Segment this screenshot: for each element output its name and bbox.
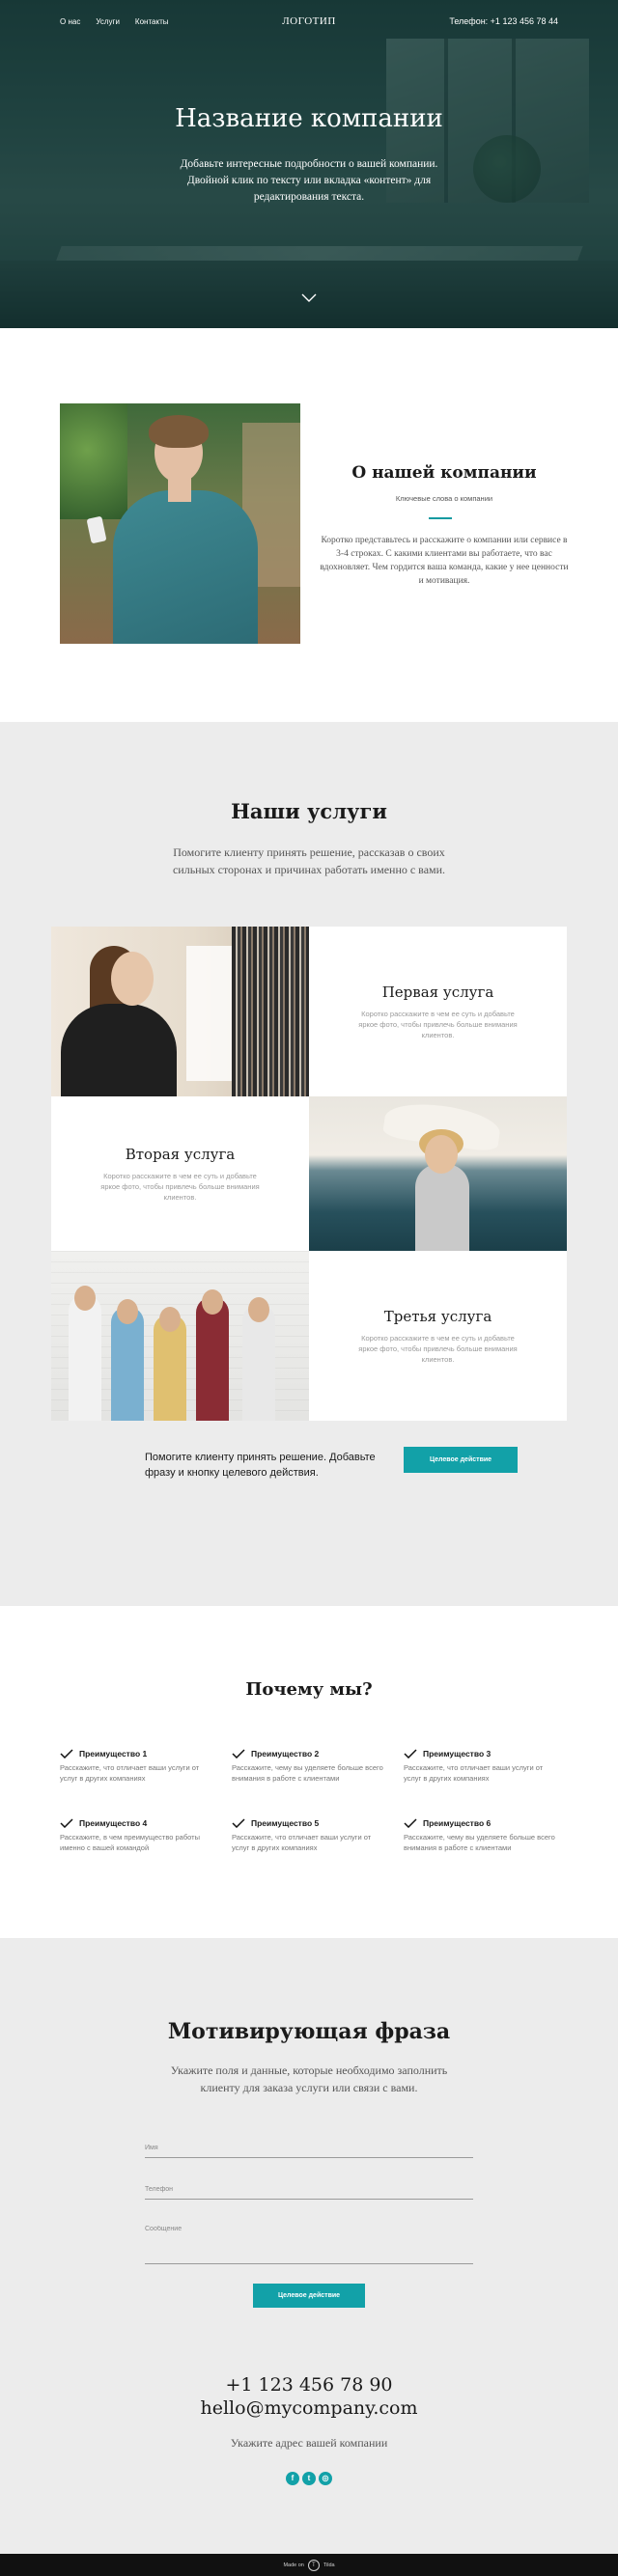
nav-item-about[interactable]: О нас — [60, 17, 80, 26]
check-icon — [404, 1749, 417, 1759]
name-field[interactable] — [145, 2145, 473, 2158]
contact-phone[interactable]: +1 123 456 78 90 — [0, 2374, 618, 2396]
advantage-2-title: Преимущество 2 — [251, 1749, 320, 1759]
service-1-image — [51, 927, 309, 1096]
service-1-title: Первая услуга — [381, 983, 494, 1001]
contact-subtitle: Укажите поля и данные, которые необходим… — [170, 2064, 448, 2094]
check-icon — [60, 1749, 73, 1759]
advantage-1-title: Преимущество 1 — [79, 1749, 148, 1759]
services-subtitle: Помогите клиенту принять решение, расска… — [172, 845, 446, 876]
nav-item-services[interactable]: Услуги — [96, 17, 120, 26]
tilda-logo-icon[interactable]: T — [307, 2559, 320, 2571]
instagram-icon[interactable]: ◎ — [319, 2472, 332, 2485]
top-navigation: О нас Услуги Контакты ЛОГОТИП Телефон: +… — [0, 0, 618, 42]
advantage-3-text: Расскажите, что отличает ваши услуги от … — [404, 1763, 544, 1783]
advantage-6-title: Преимущество 6 — [423, 1818, 492, 1828]
advantage-6: Преимущество 6 Расскажите, чему вы уделя… — [404, 1818, 558, 1853]
advantage-3: Преимущество 3 Расскажите, что отличает … — [404, 1749, 558, 1784]
about-keywords: Ключевые слова о компании — [395, 494, 493, 503]
service-2-card: Вторая услуга Коротко расскажите в чем е… — [51, 1096, 309, 1251]
advantage-5-text: Расскажите, что отличает ваши услуги от … — [232, 1833, 372, 1852]
service-2-image — [309, 1096, 567, 1251]
advantage-5: Преимущество 5 Расскажите, что отличает … — [232, 1818, 386, 1853]
services-grid: Первая услуга Коротко расскажите в чем е… — [51, 927, 567, 1421]
about-section: О нашей компании Ключевые слова о компан… — [0, 328, 618, 722]
contact-section: Мотивирующая фраза Укажите поля и данные… — [0, 1938, 618, 2554]
service-1-description: Коротко расскажите в чем ее суть и добав… — [358, 1009, 518, 1039]
check-icon — [60, 1818, 73, 1828]
check-icon — [232, 1818, 245, 1828]
why-section: Почему мы? Преимущество 1 Расскажите, чт… — [0, 1606, 618, 1938]
about-title: О нашей компании — [351, 463, 537, 483]
about-divider — [429, 517, 452, 519]
advantage-1: Преимущество 1 Расскажите, что отличает … — [60, 1749, 214, 1784]
services-cta: Помогите клиенту принять решение. Добавь… — [145, 1447, 518, 1481]
advantage-5-title: Преимущество 5 — [251, 1818, 320, 1828]
message-field[interactable] — [145, 2226, 473, 2264]
advantage-2-text: Расскажите, чему вы уделяете больше всег… — [232, 1763, 383, 1783]
chevron-down-icon[interactable] — [301, 291, 317, 303]
facebook-icon[interactable]: f — [286, 2472, 299, 2485]
made-on-label: Made on — [283, 2562, 304, 2568]
advantage-4-title: Преимущество 4 — [79, 1818, 148, 1828]
nav-menu: О нас Услуги Контакты — [60, 17, 168, 26]
check-icon — [404, 1818, 417, 1828]
advantage-6-text: Расскажите, чему вы уделяете больше всег… — [404, 1833, 555, 1852]
contact-title: Мотивирующая фраза — [167, 2019, 451, 2044]
nav-item-contacts[interactable]: Контакты — [135, 17, 169, 26]
about-text: Коротко представьтесь и расскажите о ком… — [320, 536, 569, 586]
service-3-card: Третья услуга Коротко расскажите в чем е… — [309, 1251, 567, 1421]
cta-button[interactable]: Целевое действие — [404, 1447, 518, 1473]
hero-subtitle: Добавьте интересные подробности о вашей … — [180, 158, 438, 203]
advantage-3-title: Преимущество 3 — [423, 1749, 492, 1759]
footer: Made on T Tilda — [0, 2554, 618, 2576]
hero-title: Название компании — [175, 104, 443, 133]
hero-section: О нас Услуги Контакты ЛОГОТИП Телефон: +… — [0, 0, 618, 328]
submit-button[interactable]: Целевое действие — [253, 2284, 365, 2308]
advantage-4-text: Расскажите, в чем преимущество работы им… — [60, 1833, 200, 1852]
service-3-description: Коротко расскажите в чем ее суть и добав… — [358, 1333, 518, 1364]
service-3-image — [51, 1251, 309, 1421]
advantage-1-text: Расскажите, что отличает ваши услуги от … — [60, 1763, 200, 1783]
contact-address: Укажите адрес вашей компании — [230, 2436, 388, 2450]
services-title: Наши услуги — [231, 799, 387, 823]
advantage-4: Преимущество 4 Расскажите, в чем преимущ… — [60, 1818, 214, 1853]
cta-text: Помогите клиенту принять решение. Добавь… — [145, 1452, 376, 1479]
service-2-description: Коротко расскажите в чем ее суть и добав… — [100, 1171, 260, 1202]
about-photo — [60, 403, 300, 644]
contact-email[interactable]: hello@mycompany.com — [0, 2397, 618, 2419]
check-icon — [232, 1749, 245, 1759]
why-title: Почему мы? — [245, 1679, 373, 1700]
advantage-2: Преимущество 2 Расскажите, чему вы уделя… — [232, 1749, 386, 1784]
twitter-icon[interactable]: t — [302, 2472, 316, 2485]
service-1-card: Первая услуга Коротко расскажите в чем е… — [309, 927, 567, 1096]
social-links: f t ◎ — [286, 2472, 332, 2485]
tilda-brand[interactable]: Tilda — [323, 2562, 335, 2568]
service-2-title: Вторая услуга — [125, 1145, 236, 1163]
phone-field[interactable] — [145, 2186, 473, 2200]
header-phone: Телефон: +1 123 456 78 44 — [449, 16, 558, 26]
services-section: Наши услуги Помогите клиенту принять реш… — [0, 722, 618, 1606]
service-3-title: Третья услуга — [383, 1307, 492, 1325]
